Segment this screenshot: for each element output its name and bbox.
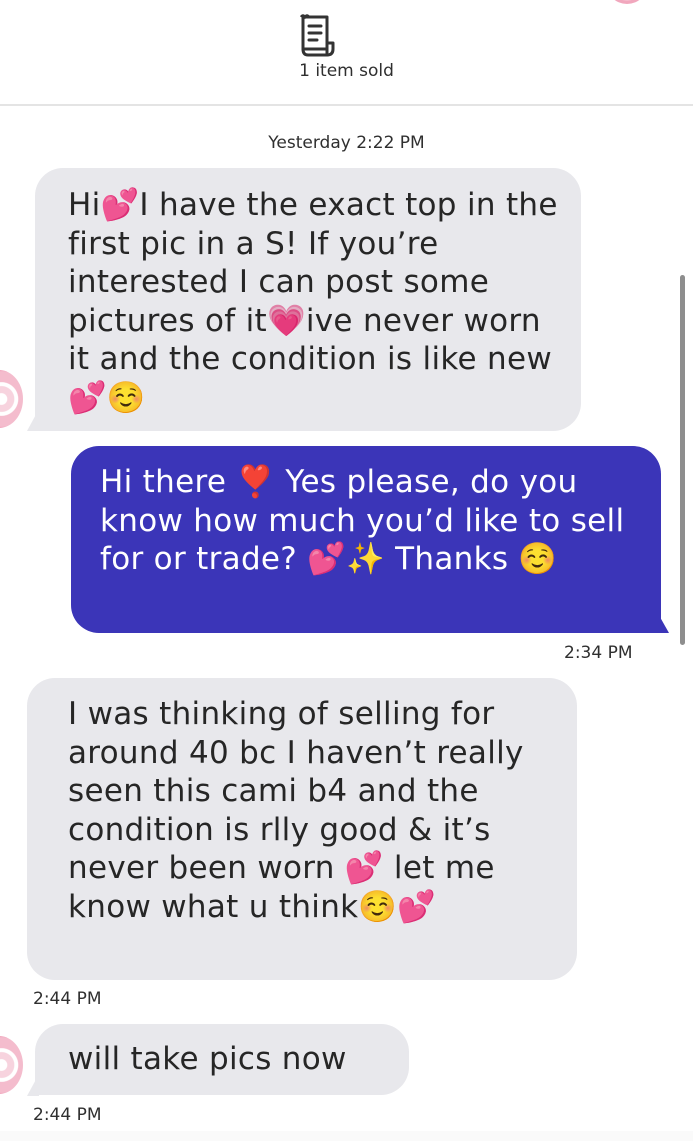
outgoing-message[interactable]: Hi there ❣️ Yes please, do you know how … xyxy=(71,446,661,633)
order-summary-header: 1 item sold xyxy=(0,0,693,106)
message-timestamp: 2:44 PM xyxy=(33,1105,102,1125)
receipt-icon[interactable] xyxy=(296,13,338,59)
sender-avatar[interactable] xyxy=(0,1036,23,1094)
message-timestamp: 2:34 PM xyxy=(564,643,633,663)
partner-avatar[interactable] xyxy=(606,0,648,4)
date-divider: Yesterday 2:22 PM xyxy=(268,133,425,153)
incoming-message[interactable]: Hi💕I have the exact top in the first pic… xyxy=(35,168,581,431)
incoming-message[interactable]: will take pics now xyxy=(35,1024,409,1095)
items-sold-label: 1 item sold xyxy=(299,61,394,81)
sender-avatar[interactable] xyxy=(0,370,23,428)
bottom-edge xyxy=(0,1131,693,1141)
scrollbar[interactable] xyxy=(680,275,685,645)
message-timestamp: 2:44 PM xyxy=(33,989,102,1009)
incoming-message[interactable]: I was thinking of selling for around 40 … xyxy=(27,678,577,980)
